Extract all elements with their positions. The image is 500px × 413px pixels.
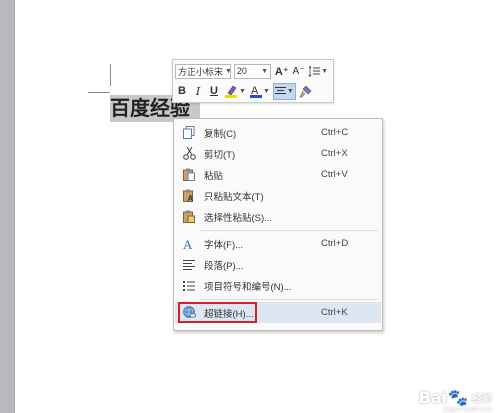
menu-item-paste-text-only[interactable]: A 只粘贴文本(T) [175, 185, 381, 206]
scissors-icon [182, 147, 196, 161]
paste-icon [182, 168, 196, 182]
paw-icon: 🐾 [448, 388, 468, 407]
watermark-brand-left: Bai [418, 388, 448, 407]
menu-item-font[interactable]: A 字体(F)... Ctrl+D [175, 233, 381, 254]
svg-text:A: A [183, 237, 193, 250]
font-name-select[interactable]: 方正小标宋 ▼ [175, 63, 231, 79]
baidu-jingyan-watermark: Bai 🐾 经验 [419, 388, 492, 407]
menu-item-label: 剪切(T) [204, 149, 236, 161]
highlighter-icon [225, 85, 237, 98]
margin-corner-mark [88, 92, 110, 93]
menu-item-hyperlink[interactable]: 超链接(H)... Ctrl+K [175, 302, 381, 323]
highlight-color-button[interactable]: ▼ [223, 83, 247, 100]
copy-icon [182, 126, 196, 140]
menu-item-bullets-numbering[interactable]: 项目符号和编号(N)... [175, 275, 381, 296]
watermark-brand-right: 经验 [472, 394, 492, 405]
italic-icon: I [195, 84, 201, 98]
mini-toolbar-row-2: B I U ▼ A ▼ ▼ [175, 81, 331, 101]
chevron-down-icon: ▼ [286, 87, 294, 95]
menu-separator [200, 299, 378, 300]
paragraph-icon [182, 258, 196, 272]
underline-icon: U [210, 85, 218, 97]
menu-item-paragraph[interactable]: 段落(P)... [175, 254, 381, 275]
format-painter-button[interactable] [298, 83, 313, 100]
shrink-font-icon: A⁻ [292, 65, 305, 77]
margin-corner-mark [110, 64, 111, 86]
menu-item-shortcut: Ctrl+K [321, 307, 348, 318]
svg-text:A: A [188, 194, 194, 202]
annotation-highlight-box [178, 302, 257, 323]
italic-button[interactable]: I [191, 83, 205, 100]
menu-item-label: 段落(P)... [204, 260, 244, 272]
font-color-button[interactable]: A ▼ [249, 83, 271, 100]
menu-item-label: 字体(F)... [204, 239, 244, 251]
context-menu: 复制(C) Ctrl+C 剪切(T) Ctrl+X 粘贴 Ctrl+V A 只粘… [173, 118, 383, 331]
mini-toolbar: 方正小标宋 ▼ 20 ▼ A⁺ A⁻ ▼ B I [172, 59, 334, 103]
mini-toolbar-row-1: 方正小标宋 ▼ 20 ▼ A⁺ A⁻ ▼ [175, 61, 331, 81]
menu-item-label: 选择性粘贴(S)... [204, 212, 273, 224]
line-spacing-button[interactable]: ▼ [308, 63, 330, 80]
line-spacing-icon [308, 65, 321, 77]
menu-item-copy[interactable]: 复制(C) Ctrl+C [175, 122, 381, 143]
font-color-icon: A [249, 85, 262, 98]
chevron-down-icon: ▼ [223, 68, 230, 75]
font-icon: A [182, 237, 196, 251]
font-name-value: 方正小标宋 [178, 66, 224, 77]
menu-item-paste[interactable]: 粘贴 Ctrl+V [175, 164, 381, 185]
grow-font-icon: A⁺ [274, 65, 289, 78]
chevron-down-icon: ▼ [239, 87, 246, 95]
chevron-down-icon: ▼ [262, 87, 270, 95]
watermark-url: jingyan.baidu.com [443, 407, 492, 413]
bullets-icon [182, 279, 196, 293]
shrink-font-button[interactable]: A⁻ [292, 63, 306, 80]
grow-font-button[interactable]: A⁺ [274, 63, 289, 80]
menu-item-shortcut: Ctrl+C [321, 127, 349, 138]
chevron-down-icon: ▼ [261, 67, 269, 75]
menu-item-cut[interactable]: 剪切(T) Ctrl+X [175, 143, 381, 164]
menu-item-label: 只粘贴文本(T) [204, 191, 264, 203]
paste-text-icon: A [182, 189, 196, 203]
menu-item-shortcut: Ctrl+D [321, 238, 349, 249]
menu-item-label: 复制(C) [204, 128, 237, 140]
menu-item-shortcut: Ctrl+V [321, 169, 348, 180]
font-size-select[interactable]: 20 ▼ [233, 63, 272, 79]
menu-item-shortcut: Ctrl+X [321, 148, 348, 159]
menu-separator [200, 230, 378, 231]
format-painter-icon [299, 85, 312, 97]
bold-button[interactable]: B [175, 83, 189, 100]
menu-item-label: 粘贴 [204, 170, 224, 182]
font-size-value: 20 [236, 66, 247, 76]
align-center-icon [274, 87, 286, 94]
bold-icon: B [178, 85, 186, 97]
chevron-down-icon: ▼ [321, 67, 328, 75]
align-button[interactable]: ▼ [272, 82, 296, 100]
paste-special-icon [182, 210, 196, 224]
menu-item-label: 项目符号和编号(N)... [204, 281, 292, 293]
menu-item-paste-special[interactable]: 选择性粘贴(S)... [175, 206, 381, 227]
underline-button[interactable]: U [207, 83, 221, 100]
